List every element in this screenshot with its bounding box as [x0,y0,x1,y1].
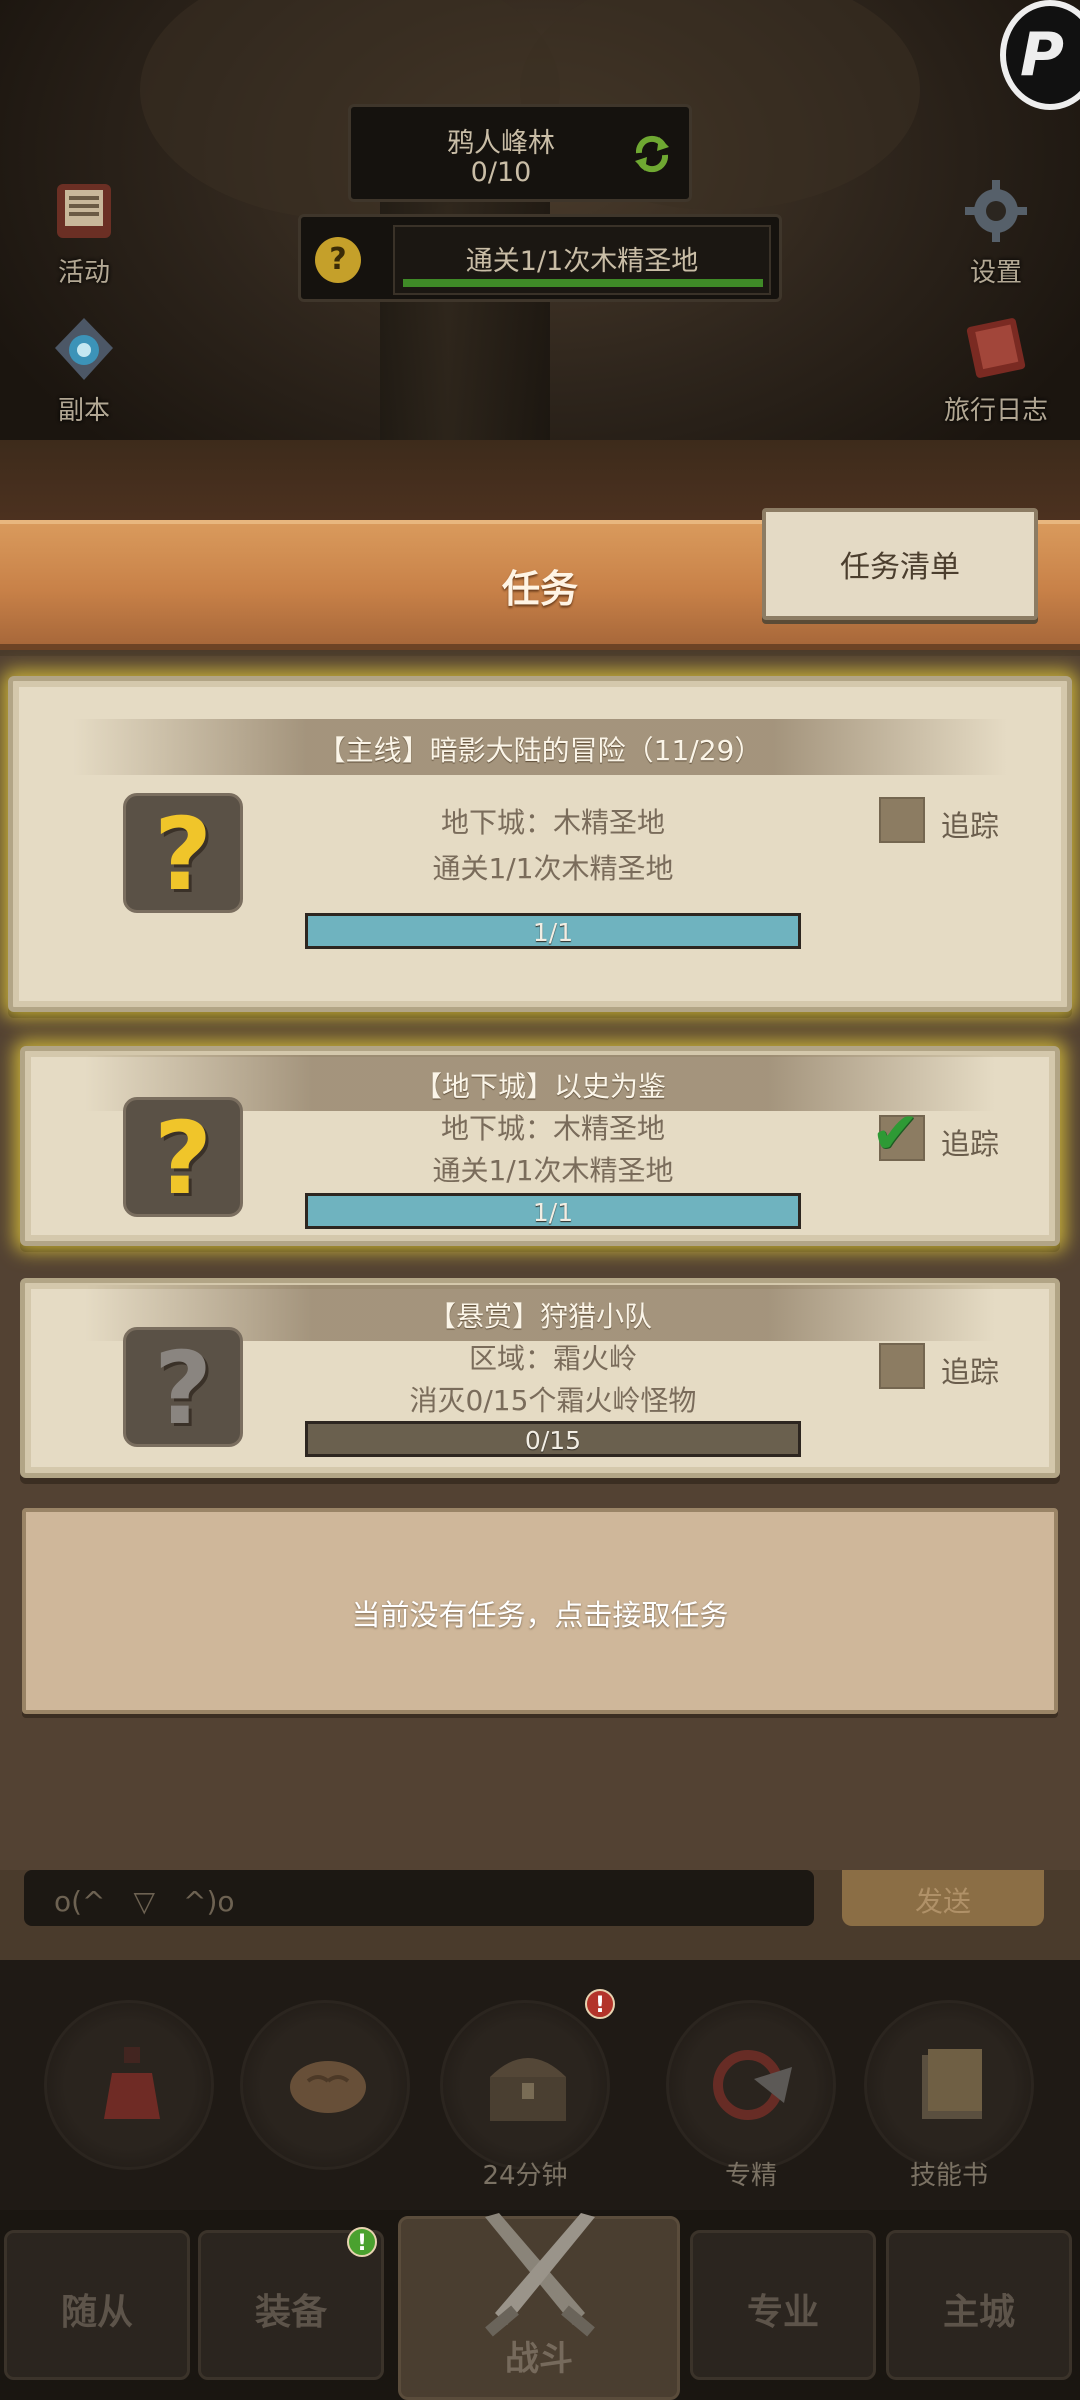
quest-list-button[interactable]: 任务清单 [762,508,1038,620]
send-button[interactable]: 发送 [842,1870,1044,1926]
empty-slot-text: 当前没有任务，点击接取任务 [351,1598,729,1632]
track-toggle[interactable]: 追踪 [879,795,1019,845]
bottom-nav: 随从 装备 ! 战斗 专业 主城 [0,2210,1080,2400]
dungeon-button[interactable]: 副本 [14,314,154,434]
skill-book-icon [922,2049,982,2119]
track-toggle[interactable]: ✔ 追踪 [871,1099,1019,1167]
app-logo: P [1000,0,1080,110]
quest-title: 【主线】暗影大陆的冒险（11/29） [317,734,763,767]
game-scene: P 鸦人峰林 0/10 ? 通关1/1次木精圣地 活动 副本 设置 旅行日志 [0,0,1080,520]
refresh-icon[interactable] [629,131,675,177]
quest-location: 地下城：木精圣地 [440,806,665,839]
track-toggle[interactable]: 追踪 [879,1341,1019,1391]
treasure-timer: 24分钟 [482,2161,568,2191]
question-icon: ? [315,237,361,283]
chat-input-text: o(^ ▽ ^)o [54,1885,235,1918]
dungeon-portal-icon [55,318,113,380]
tab-battle[interactable]: 战斗 [398,2213,680,2400]
quest-location: 地下城：木精圣地 [440,1112,665,1145]
tab-main-city[interactable]: 主城 [886,2230,1072,2380]
dungeon-label: 副本 [57,396,110,426]
travel-journal-label: 旅行日志 [943,396,1048,426]
settings-button[interactable]: 设置 [926,176,1066,296]
quest-location: 区域：霜火岭 [468,1342,637,1375]
alert-badge: ! [347,2227,377,2257]
event-board-icon [57,184,111,238]
quick-slots: 24分钟 ! 专精 技能书 [0,1960,1080,2210]
treasure-slot[interactable]: 24分钟 ! [440,1989,615,2191]
skill-book-slot[interactable]: 技能书 [864,2000,1034,2191]
chat-bar: o(^ ▽ ^)o 发送 [0,1870,1080,1960]
track-checkbox[interactable] [879,797,925,843]
bread-icon [290,2061,366,2113]
activity-button[interactable]: 活动 [14,176,154,296]
gear-icon [965,180,1027,242]
quest-panel: 任务 任务清单 【主线】暗影大陆的冒险（11/29） ? 地下城：木精圣地 通关… [0,508,1080,1870]
tab-profession[interactable]: 专业 [690,2230,876,2380]
track-label: 追踪 [941,809,1000,843]
treasure-chest-icon [490,2058,566,2121]
checkmark-icon: ✔ [871,1099,920,1167]
tab-battle-label: 战斗 [505,2339,573,2379]
quest-objective: 消灭0/15个霜火岭怪物 [409,1384,697,1417]
gold-question-icon: ? [123,1097,243,1217]
tab-followers-label: 随从 [60,2292,133,2333]
potion-icon [104,2047,160,2119]
quest-progress-bar: 1/1 [305,913,801,949]
quest-objective: 通关1/1次木精圣地 [432,852,674,885]
track-checkbox[interactable] [879,1343,925,1389]
zone-info[interactable]: 鸦人峰林 0/10 [348,104,692,202]
tab-followers[interactable]: 随从 [4,2230,190,2380]
settings-label: 设置 [969,258,1022,288]
track-label: 追踪 [941,1127,1000,1161]
skill-book-label: 技能书 [909,2161,988,2191]
gold-question-icon: ? [123,793,243,913]
tab-main-city-label: 主城 [942,2292,1015,2333]
track-label: 追踪 [941,1355,1000,1389]
quest-progress-bar: 1/1 [305,1193,801,1229]
tracked-quest-text: 通关1/1次木精圣地 [465,246,699,277]
quest-title-bar: 【主线】暗影大陆的冒险（11/29） [73,719,1007,775]
zone-progress: 0/10 [470,157,532,188]
food-slot[interactable] [240,2000,410,2170]
crossed-swords-icon [485,2213,595,2337]
quest-list: 【主线】暗影大陆的冒险（11/29） ? 地下城：木精圣地 通关1/1次木精圣地… [0,656,1080,1870]
quest-card[interactable]: 【主线】暗影大陆的冒险（11/29） ? 地下城：木精圣地 通关1/1次木精圣地… [8,676,1072,1012]
journal-book-icon [966,318,1026,378]
specialization-label: 专精 [724,2161,777,2191]
tab-equipment-label: 装备 [254,2292,327,2333]
tracked-quest-progress-bar [403,279,763,287]
tab-equipment[interactable]: 装备 ! [198,2227,384,2380]
activity-label: 活动 [57,258,110,288]
quest-card[interactable]: 【地下城】以史为鉴 ? 地下城：木精圣地 通关1/1次木精圣地 1/1 ✔ 追踪 [20,1046,1060,1246]
quest-progress-bar: 0/15 [305,1421,801,1457]
tracked-quest-frame: 通关1/1次木精圣地 [393,225,771,295]
quest-progress-text: 1/1 [532,918,574,947]
send-button-label: 发送 [914,1885,971,1918]
chat-input[interactable]: o(^ ▽ ^)o [24,1870,814,1926]
specialization-slot[interactable]: 专精 [666,2000,836,2191]
quest-progress-text: 0/15 [524,1426,582,1455]
quest-list-button-label: 任务清单 [840,550,960,585]
zone-name: 鸦人峰林 [447,128,555,159]
accept-quest-slot[interactable]: 当前没有任务，点击接取任务 [22,1508,1058,1714]
tracked-quest-banner[interactable]: ? 通关1/1次木精圣地 [298,214,782,302]
grey-question-icon: ? [123,1327,243,1447]
specialization-icon [713,2050,792,2120]
tab-profession-label: 专业 [746,2292,819,2333]
travel-journal-button[interactable]: 旅行日志 [926,314,1066,434]
quest-progress-text: 1/1 [532,1198,574,1227]
potion-slot[interactable] [44,2000,214,2170]
quest-card[interactable]: 【悬赏】狩猎小队 ? 区域：霜火岭 消灭0/15个霜火岭怪物 0/15 追踪 [20,1278,1060,1478]
alert-badge: ! [585,1989,615,2019]
quest-objective: 通关1/1次木精圣地 [432,1154,674,1187]
